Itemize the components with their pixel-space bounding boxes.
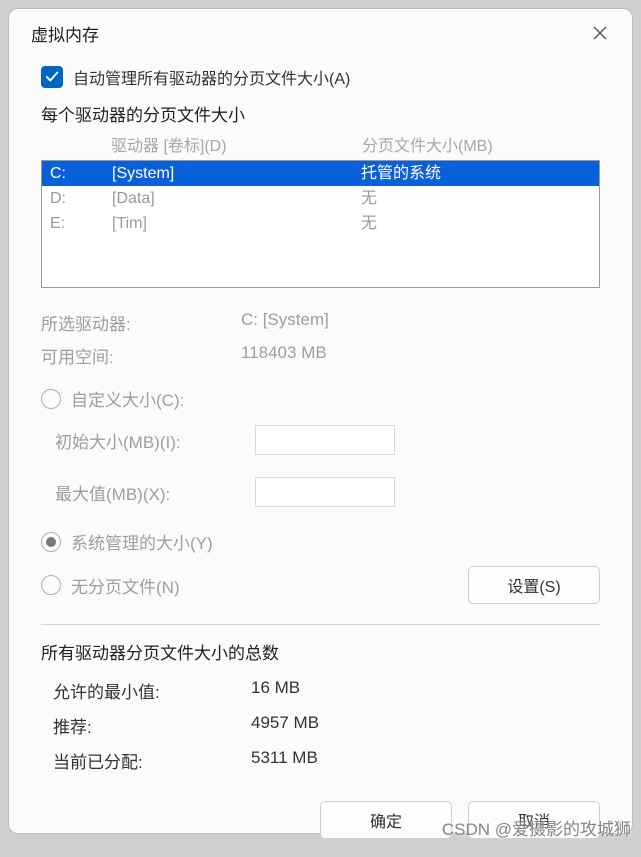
- set-button[interactable]: 设置(S): [468, 566, 600, 604]
- initial-size-label: 初始大小(MB)(I):: [55, 428, 255, 453]
- cancel-button[interactable]: 取消: [468, 801, 600, 839]
- recommended-row: 推荐: 4957 MB: [41, 713, 600, 738]
- content-area: 自动管理所有驱动器的分页文件大小(A) 每个驱动器的分页文件大小 驱动器 [卷标…: [9, 55, 632, 857]
- close-icon: [592, 25, 608, 41]
- min-allowed-value: 16 MB: [251, 678, 600, 703]
- recommended-label: 推荐:: [41, 713, 251, 738]
- initial-size-input[interactable]: [255, 425, 395, 455]
- custom-size-label: 自定义大小(C):: [71, 386, 184, 411]
- free-space-value: 118403 MB: [241, 343, 600, 368]
- min-allowed-label: 允许的最小值:: [41, 678, 251, 703]
- row-label: [Tim]: [112, 211, 361, 236]
- auto-manage-row[interactable]: 自动管理所有驱动器的分页文件大小(A): [41, 65, 600, 89]
- row-drive: D:: [50, 186, 112, 211]
- divider: [41, 624, 600, 625]
- row-label: [Data]: [112, 186, 361, 211]
- free-space-row: 可用空间: 118403 MB: [41, 343, 600, 368]
- custom-size-radio[interactable]: [41, 389, 61, 409]
- row-size: 无: [361, 211, 591, 236]
- check-icon: [45, 70, 59, 84]
- currently-allocated-value: 5311 MB: [251, 748, 600, 773]
- window-title: 虚拟内存: [31, 21, 99, 46]
- currently-allocated-label: 当前已分配:: [41, 748, 251, 773]
- custom-size-radio-row[interactable]: 自定义大小(C):: [41, 386, 600, 411]
- row-drive: E:: [50, 211, 112, 236]
- virtual-memory-dialog: 虚拟内存 自动管理所有驱动器的分页文件大小(A) 每个驱动器的分页文件大小 驱动…: [8, 8, 633, 834]
- auto-manage-checkbox[interactable]: [41, 66, 63, 88]
- system-managed-radio[interactable]: [41, 532, 61, 552]
- list-row[interactable]: C: [System] 托管的系统: [42, 161, 599, 186]
- footer-buttons: 确定 取消: [41, 801, 600, 839]
- per-drive-title: 每个驱动器的分页文件大小: [41, 101, 600, 126]
- no-paging-radio-row[interactable]: 无分页文件(N): [41, 573, 180, 598]
- titlebar: 虚拟内存: [9, 9, 632, 55]
- header-size: 分页文件大小(MB): [362, 132, 592, 156]
- totals-title: 所有驱动器分页文件大小的总数: [41, 639, 600, 664]
- close-button[interactable]: [586, 19, 614, 47]
- max-size-row: 最大值(MB)(X):: [55, 477, 600, 507]
- no-paging-label: 无分页文件(N): [71, 573, 180, 598]
- recommended-value: 4957 MB: [251, 713, 600, 738]
- max-size-label: 最大值(MB)(X):: [55, 480, 255, 505]
- selected-drive-row: 所选驱动器: C: [System]: [41, 310, 600, 335]
- auto-manage-label: 自动管理所有驱动器的分页文件大小(A): [73, 65, 350, 89]
- row-label: [System]: [112, 161, 361, 186]
- max-size-input[interactable]: [255, 477, 395, 507]
- row-size: 无: [361, 186, 591, 211]
- free-space-label: 可用空间:: [41, 343, 241, 368]
- header-drive-label: 驱动器 [卷标](D): [111, 132, 362, 156]
- header-drive: [49, 132, 111, 156]
- drive-listbox[interactable]: C: [System] 托管的系统 D: [Data] 无 E: [Tim] 无: [41, 160, 600, 288]
- currently-allocated-row: 当前已分配: 5311 MB: [41, 748, 600, 773]
- no-paging-row: 无分页文件(N) 设置(S): [41, 566, 600, 604]
- min-allowed-row: 允许的最小值: 16 MB: [41, 678, 600, 703]
- list-row[interactable]: E: [Tim] 无: [42, 211, 599, 236]
- list-headers: 驱动器 [卷标](D) 分页文件大小(MB): [41, 132, 600, 160]
- selected-drive-value: C: [System]: [241, 310, 600, 335]
- initial-size-row: 初始大小(MB)(I):: [55, 425, 600, 455]
- row-size: 托管的系统: [361, 161, 591, 186]
- row-drive: C:: [50, 161, 112, 186]
- ok-button[interactable]: 确定: [320, 801, 452, 839]
- list-row[interactable]: D: [Data] 无: [42, 186, 599, 211]
- system-managed-label: 系统管理的大小(Y): [71, 529, 213, 554]
- selected-drive-label: 所选驱动器:: [41, 310, 241, 335]
- system-managed-radio-row[interactable]: 系统管理的大小(Y): [41, 529, 600, 554]
- no-paging-radio[interactable]: [41, 575, 61, 595]
